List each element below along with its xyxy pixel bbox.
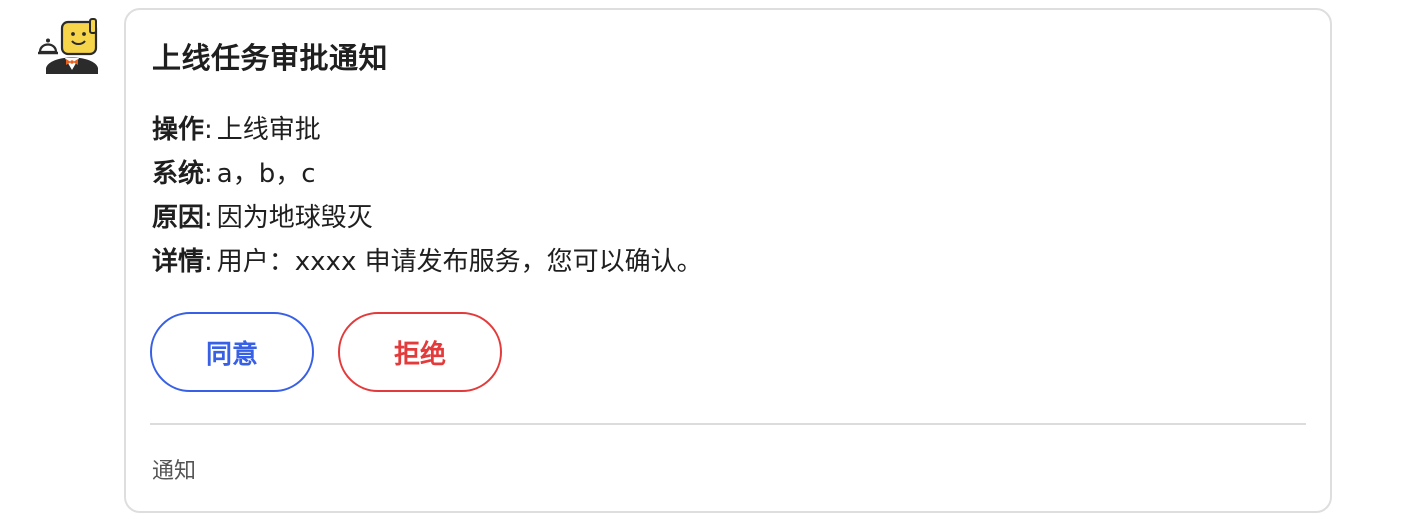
field-value: 因为地球毁灭: [216, 203, 373, 233]
field-reason: 原因: 因为地球毁灭: [152, 196, 703, 240]
field-system: 系统: a，b，c: [152, 152, 703, 196]
field-operation: 操作: 上线审批: [152, 108, 703, 152]
reject-button[interactable]: 拒绝: [338, 312, 502, 392]
divider: [150, 423, 1306, 425]
field-value: 上线审批: [216, 115, 321, 145]
card-title: 上线任务审批通知: [152, 41, 389, 75]
field-separator: :: [204, 247, 213, 277]
agree-button[interactable]: 同意: [150, 312, 314, 392]
card-footer-label: 通知: [152, 459, 197, 484]
approval-card: 上线任务审批通知 操作: 上线审批 系统: a，b，c 原因: 因为地球毁灭 详情: 用…: [124, 8, 1332, 513]
message-row: 上线任务审批通知 操作: 上线审批 系统: a，b，c 原因: 因为地球毁灭 详情: 用…: [0, 0, 1410, 526]
field-separator: :: [204, 203, 213, 233]
card-fields: 操作: 上线审批 系统: a，b，c 原因: 因为地球毁灭 详情: 用户：xxxx 申请…: [152, 108, 703, 284]
field-key: 详情: [152, 247, 205, 277]
field-key: 操作: [152, 115, 205, 145]
field-value: 用户：xxxx 申请发布服务，您可以确认。: [216, 247, 703, 277]
robot-butler-icon: [38, 18, 98, 74]
bot-avatar[interactable]: [38, 18, 104, 74]
field-separator: :: [204, 159, 213, 189]
field-separator: :: [204, 115, 213, 145]
field-details: 详情: 用户：xxxx 申请发布服务，您可以确认。: [152, 240, 703, 284]
field-key: 原因: [152, 203, 205, 233]
field-key: 系统: [152, 159, 205, 189]
field-value: a，b，c: [216, 159, 316, 189]
